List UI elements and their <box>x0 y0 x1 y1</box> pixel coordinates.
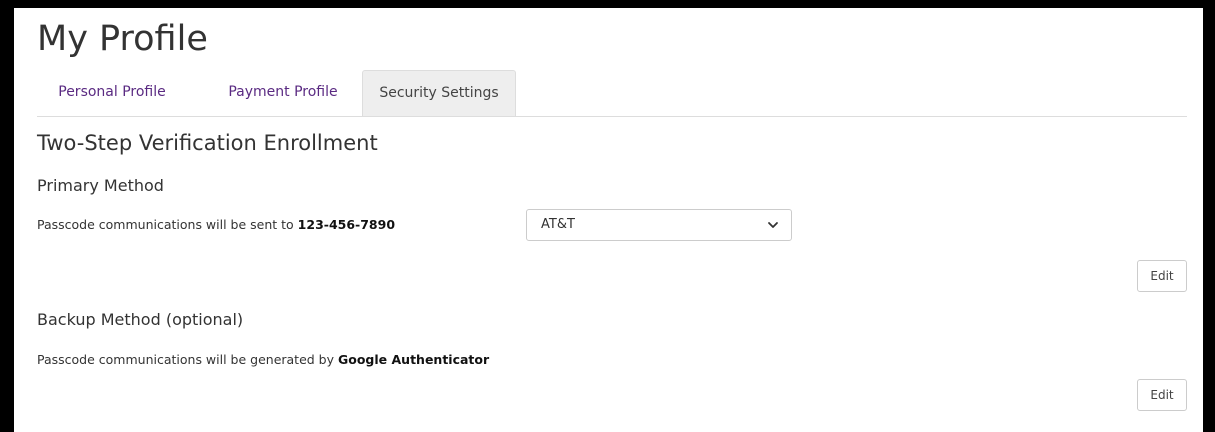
primary-edit-button[interactable]: Edit <box>1137 260 1187 292</box>
phone-number: 123-456-7890 <box>297 217 396 232</box>
carrier-select[interactable]: AT&T <box>526 209 792 241</box>
tab-security-settings[interactable]: Security Settings <box>362 70 516 116</box>
carrier-selected-value: AT&T <box>541 217 575 232</box>
backup-method-description: Passcode communications will be generate… <box>37 352 489 367</box>
primary-method-heading: Primary Method <box>37 176 164 195</box>
section-title: Two-Step Verification Enrollment <box>37 131 378 155</box>
chevron-down-icon <box>768 222 778 228</box>
backup-edit-button[interactable]: Edit <box>1137 379 1187 411</box>
tab-payment-profile[interactable]: Payment Profile <box>197 70 369 115</box>
page-title: My Profile <box>37 19 208 59</box>
profile-page: My Profile Personal Profile Payment Prof… <box>14 8 1203 432</box>
authenticator-app: Google Authenticator <box>338 352 490 367</box>
primary-desc-text: Passcode communications will be sent to <box>37 217 298 232</box>
profile-tabs: Personal Profile Payment Profile Securit… <box>37 70 1187 117</box>
backup-method-heading: Backup Method (optional) <box>37 310 244 329</box>
tab-personal-profile[interactable]: Personal Profile <box>37 70 187 115</box>
backup-desc-text: Passcode communications will be generate… <box>37 352 338 367</box>
primary-method-description: Passcode communications will be sent to … <box>37 217 395 232</box>
